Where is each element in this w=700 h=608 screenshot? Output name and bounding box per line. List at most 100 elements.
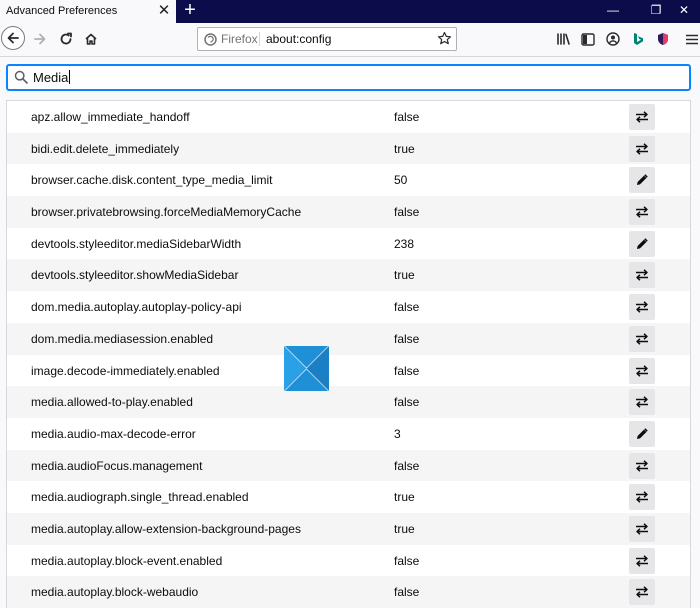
preference-name: bidi.edit.delete_immediately <box>31 141 180 156</box>
toggle-button[interactable] <box>629 135 655 162</box>
toggle-icon <box>635 269 649 282</box>
preference-row[interactable]: dom.media.mediasession.enabled false <box>7 322 690 355</box>
preference-row[interactable]: media.allowed-to-play.enabled false <box>7 386 690 418</box>
toggle-button[interactable] <box>629 104 655 130</box>
back-button[interactable] <box>1 26 25 50</box>
toggle-icon <box>635 554 649 567</box>
identity-label: Firefox <box>221 32 258 46</box>
tab-advanced-preferences[interactable]: Advanced Preferences ✕ <box>0 0 176 23</box>
url-bar[interactable]: Firefox about:config <box>197 27 457 51</box>
preference-row[interactable]: apz.allow_immediate_handoff false <box>7 101 690 133</box>
library-button[interactable] <box>553 29 573 49</box>
preference-row[interactable]: media.audiograph.single_thread.enabled tr… <box>7 481 690 513</box>
preference-row[interactable]: devtools.styleeditor.mediaSidebarWidth 23… <box>7 227 690 260</box>
reload-icon <box>60 32 72 45</box>
account-button[interactable] <box>603 29 623 49</box>
library-icon <box>556 33 570 45</box>
toggle-icon <box>635 206 649 218</box>
toggle-icon <box>635 364 649 377</box>
text-caret <box>69 70 71 84</box>
toggle-button[interactable] <box>629 357 655 384</box>
home-icon <box>85 33 97 45</box>
preference-row[interactable]: bidi.edit.delete_immediately true <box>7 132 690 165</box>
identity-box[interactable]: Firefox <box>204 32 258 46</box>
preference-row[interactable]: media.audio-max-decode-error 3 <box>7 417 690 450</box>
close-tab-icon[interactable]: ✕ <box>156 3 172 19</box>
toggle-button[interactable] <box>629 452 655 479</box>
menu-button[interactable] <box>684 29 700 49</box>
minimize-button[interactable]: — <box>595 0 631 22</box>
toggle-button[interactable] <box>629 325 655 352</box>
toggle-button[interactable] <box>629 515 655 542</box>
preference-row[interactable]: image.decode-immediately.enabled false <box>7 354 690 387</box>
preference-value: false <box>394 458 420 473</box>
preference-row[interactable]: media.autoplay.block-event.enabled false <box>7 544 690 577</box>
preference-name: browser.cache.disk.content_type_media_li… <box>31 173 273 188</box>
preference-row[interactable]: dom.media.autoplay.autoplay-policy-api fa… <box>7 291 690 323</box>
preference-name: media.audio-max-decode-error <box>31 426 196 441</box>
preference-value: false <box>394 585 420 600</box>
bing-extension-button[interactable] <box>628 29 648 49</box>
close-window-button[interactable]: ✕ <box>668 0 700 22</box>
sidebar-button[interactable] <box>578 29 598 49</box>
edit-button[interactable] <box>629 167 655 194</box>
edit-icon <box>636 428 648 440</box>
preference-name: devtools.styleeditor.showMediaSidebar <box>31 268 239 283</box>
preference-row[interactable]: browser.privatebrowsing.forceMediaMemory… <box>7 196 690 228</box>
preference-name: media.audioFocus.management <box>31 458 203 473</box>
preference-value: true <box>394 268 415 283</box>
preference-name: dom.media.mediasession.enabled <box>31 331 214 346</box>
edit-icon <box>636 174 648 186</box>
preference-name: media.allowed-to-play.enabled <box>31 395 193 410</box>
toggle-icon <box>635 491 649 504</box>
extension-button[interactable] <box>653 29 673 49</box>
navigation-toolbar: Firefox about:config <box>0 23 700 57</box>
reload-button[interactable] <box>54 27 78 51</box>
search-input: Media <box>33 70 71 85</box>
preference-value: false <box>394 553 420 568</box>
preference-value: false <box>394 331 420 346</box>
hamburger-menu-icon <box>686 34 698 44</box>
home-button[interactable] <box>79 27 103 51</box>
url-text[interactable]: about:config <box>266 32 331 46</box>
preference-value: true <box>394 521 415 536</box>
back-arrow-icon <box>7 32 19 44</box>
search-input-value[interactable]: Media <box>33 70 68 85</box>
search-icon <box>14 70 28 87</box>
toggle-button[interactable] <box>629 579 655 606</box>
toggle-button[interactable] <box>629 389 655 416</box>
edit-button[interactable] <box>629 420 655 447</box>
preference-row[interactable]: devtools.styleeditor.showMediaSidebar tru… <box>7 259 690 292</box>
toggle-icon <box>635 459 649 472</box>
tab-title: Advanced Preferences <box>6 5 118 17</box>
forward-button[interactable] <box>28 27 52 51</box>
preference-value: 238 <box>394 236 415 251</box>
toggle-icon <box>635 523 649 535</box>
preference-row[interactable]: browser.cache.disk.content_type_media_li… <box>7 164 690 197</box>
toggle-icon <box>635 111 649 123</box>
sidebar-icon <box>581 32 595 46</box>
preference-row[interactable]: media.autoplay.block-webaudio false <box>7 576 690 608</box>
account-icon <box>606 32 620 46</box>
toggle-button[interactable] <box>629 262 655 289</box>
toggle-icon <box>635 586 649 599</box>
preference-row[interactable]: media.autoplay.allow-extension-backgroun… <box>7 512 690 545</box>
toggle-button[interactable] <box>629 547 655 574</box>
toggle-button[interactable] <box>629 484 655 511</box>
toggle-icon <box>635 301 649 313</box>
preference-search-box[interactable]: Media <box>6 64 691 91</box>
bing-icon <box>634 33 643 45</box>
preference-value: false <box>394 363 420 378</box>
shield-extension-icon <box>658 33 668 45</box>
preference-row[interactable]: media.audioFocus.management false <box>7 449 690 482</box>
toggle-button[interactable] <box>629 294 655 321</box>
edit-button[interactable] <box>629 230 655 257</box>
preference-name: media.autoplay.block-event.enabled <box>31 553 223 568</box>
new-tab-button[interactable]: + <box>180 0 200 22</box>
preference-value: false <box>394 205 420 220</box>
bookmark-star-icon[interactable] <box>437 31 452 49</box>
firefox-icon <box>204 32 217 46</box>
forward-arrow-icon <box>34 33 46 45</box>
toggle-button[interactable] <box>629 199 655 226</box>
preferences-table: apz.allow_immediate_handoff false bidi.edi… <box>6 100 691 608</box>
